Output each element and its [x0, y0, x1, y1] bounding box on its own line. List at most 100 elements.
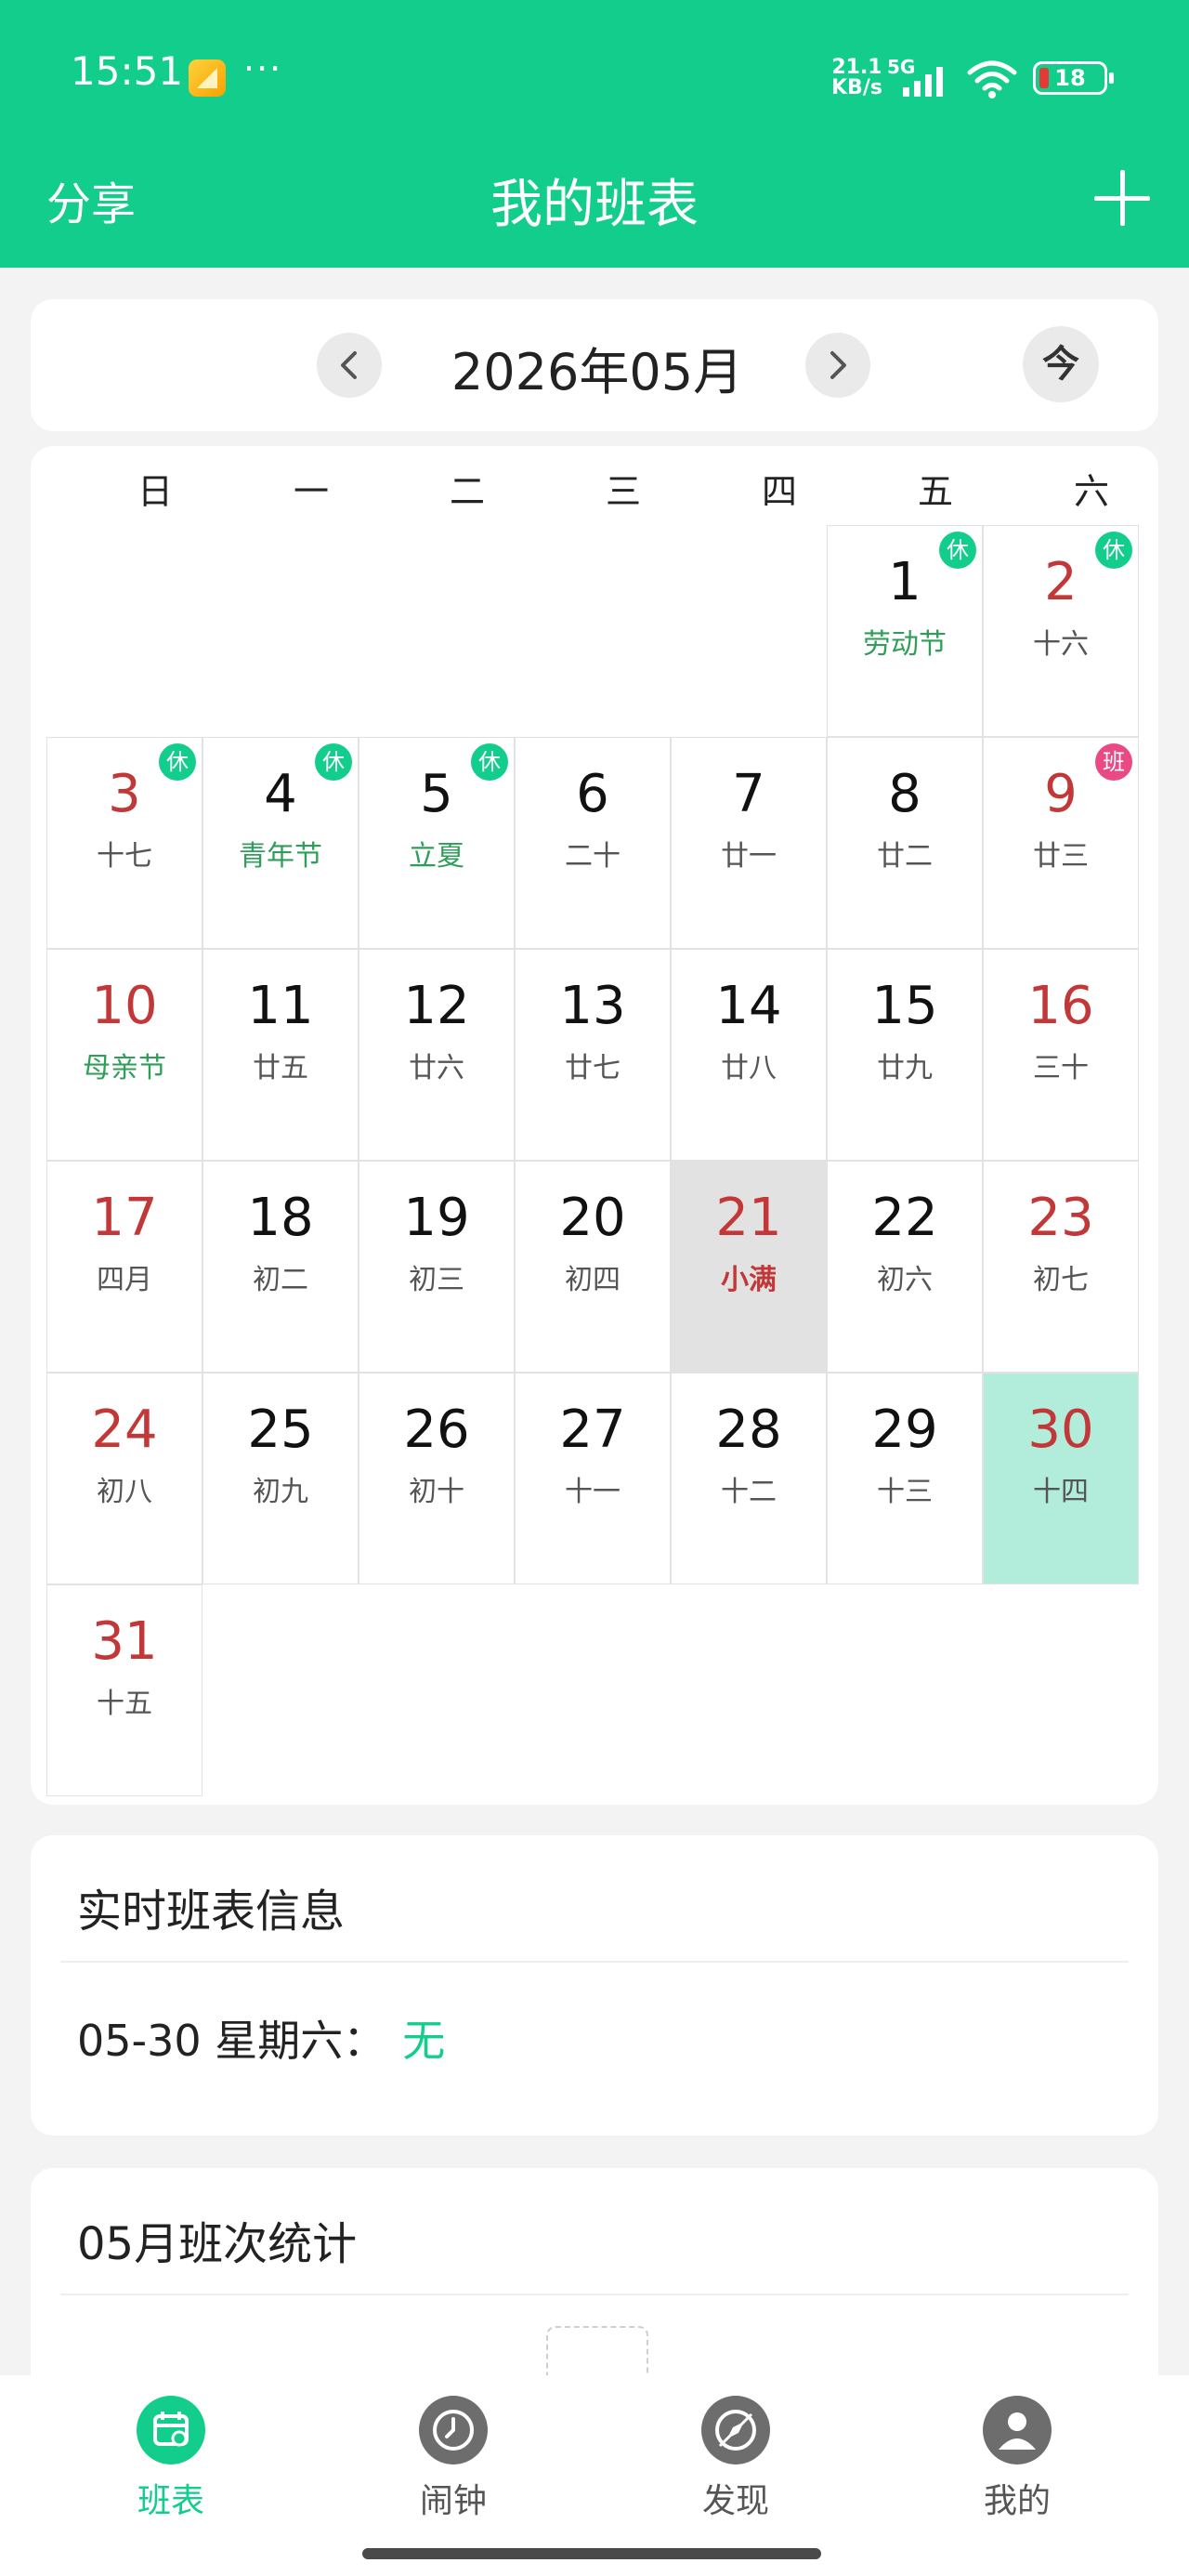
nav-item-alarm[interactable]: 闹钟: [360, 2396, 546, 2522]
lunar-label: 初九: [253, 1476, 308, 1508]
lunar-label: 四月: [97, 1264, 152, 1296]
calendar-day-cell[interactable]: 20 初四: [515, 1161, 671, 1373]
calendar-day-cell[interactable]: 25 初九: [203, 1373, 359, 1584]
lunar-label: 十四: [1033, 1476, 1089, 1508]
calendar-day-cell[interactable]: 16 三十: [983, 949, 1139, 1161]
more-notifications-icon: ···: [243, 48, 283, 89]
lunar-label: 劳动节: [863, 628, 947, 661]
day-number: 11: [247, 976, 314, 1036]
wifi-icon: [967, 60, 1017, 99]
nav-item-schedule[interactable]: 班表: [78, 2396, 264, 2522]
page-title: 我的班表: [490, 175, 699, 235]
monthly-stats-title: 05月班次统计: [77, 2218, 358, 2270]
day-number: 29: [871, 1400, 938, 1460]
lunar-label: 小满: [721, 1264, 777, 1296]
signal-icon: [903, 67, 943, 97]
rest-badge: 休: [471, 743, 508, 781]
calendar-day-cell[interactable]: 22 初六: [827, 1161, 983, 1373]
day-number: 23: [1027, 1188, 1094, 1248]
month-label[interactable]: 2026年05月: [412, 331, 783, 404]
net-speed-unit: KB/s: [831, 76, 882, 99]
realtime-info-line: 05-30 星期六： 无: [77, 2007, 445, 2069]
day-number: 26: [403, 1400, 470, 1460]
bottom-nav: 班表 闹钟 发现 我的: [0, 2375, 1189, 2576]
calendar-day-cell[interactable]: 21 小满: [671, 1161, 827, 1373]
calendar-day-cell[interactable]: 8 廿二: [827, 737, 983, 949]
day-number: 16: [1027, 976, 1094, 1036]
divider: [60, 1961, 1129, 1963]
day-number: 28: [715, 1400, 782, 1460]
battery-indicator: 18: [1033, 61, 1114, 95]
calendar-day-cell[interactable]: 6 二十: [515, 737, 671, 949]
calendar-day-cell[interactable]: 19 初三: [359, 1161, 515, 1373]
rest-badge: 休: [159, 743, 196, 781]
net-speed: 21.1 KB/s: [831, 58, 882, 99]
calendar-day-cell[interactable]: 23 初七: [983, 1161, 1139, 1373]
lunar-label: 初六: [877, 1264, 933, 1296]
calendar-day-cell[interactable]: 27 十一: [515, 1373, 671, 1584]
calendar-day-cell[interactable]: 13 廿七: [515, 949, 671, 1161]
month-switcher: 2026年05月 今: [31, 299, 1158, 431]
day-number: 27: [559, 1400, 626, 1460]
nav-label: 我的: [983, 2482, 1051, 2520]
day-number: 12: [403, 976, 470, 1036]
home-indicator[interactable]: [362, 2548, 821, 2559]
calendar-day-cell[interactable]: 10 母亲节: [46, 949, 203, 1161]
calendar-day-cell[interactable]: 5 立夏休: [359, 737, 515, 949]
lunar-label: 廿五: [253, 1052, 308, 1084]
calendar-day-cell[interactable]: 3 十七休: [46, 737, 203, 949]
calendar-icon: [137, 2396, 205, 2464]
calendar-day-cell[interactable]: 7 廿一: [671, 737, 827, 949]
prev-month-button[interactable]: [317, 333, 382, 398]
calendar-day-cell[interactable]: 9 廿三班: [983, 737, 1139, 949]
rest-badge: 休: [315, 743, 352, 781]
workday-badge: 班: [1095, 743, 1132, 781]
next-month-button[interactable]: [805, 333, 870, 398]
nav-item-me[interactable]: 我的: [924, 2396, 1110, 2522]
lunar-label: 廿六: [409, 1052, 464, 1084]
lunar-label: 廿九: [877, 1052, 933, 1084]
nav-item-discover[interactable]: 发现: [643, 2396, 829, 2522]
calendar-day-cell[interactable]: 4 青年节休: [203, 737, 359, 949]
day-number: 21: [715, 1188, 782, 1248]
lunar-label: 十五: [97, 1688, 152, 1720]
calendar-day-cell[interactable]: 17 四月: [46, 1161, 203, 1373]
calendar-day-cell[interactable]: 1 劳动节休: [827, 525, 983, 737]
day-number: 25: [247, 1400, 314, 1460]
weekday-label: 日: [137, 471, 173, 512]
today-button[interactable]: 今: [1023, 326, 1099, 402]
day-number: 15: [871, 976, 938, 1036]
calendar-day-cell[interactable]: 24 初八: [46, 1373, 203, 1584]
nav-label: 闹钟: [419, 2482, 487, 2520]
lunar-label: 廿七: [565, 1052, 621, 1084]
lunar-label: 廿一: [721, 840, 777, 873]
plus-icon[interactable]: [1094, 170, 1150, 226]
calendar-day-cell[interactable]: 31 十五: [46, 1584, 203, 1796]
calendar-day-cell[interactable]: 11 廿五: [203, 949, 359, 1161]
lunar-label: 十三: [877, 1476, 933, 1508]
realtime-date-label: 05-30 星期六：: [77, 2016, 386, 2066]
lunar-label: 十六: [1033, 628, 1089, 661]
realtime-info-title: 实时班表信息: [77, 1886, 346, 1938]
day-number: 20: [559, 1188, 626, 1248]
calendar-day-cell[interactable]: 26 初十: [359, 1373, 515, 1584]
lunar-label: 初十: [409, 1476, 464, 1508]
calendar-day-cell[interactable]: 12 廿六: [359, 949, 515, 1161]
weekday-label: 二: [449, 471, 485, 512]
lunar-label: 初三: [409, 1264, 464, 1296]
calendar-day-cell[interactable]: 18 初二: [203, 1161, 359, 1373]
calendar-day-cell[interactable]: 2 十六休: [983, 525, 1139, 737]
day-number: 24: [91, 1400, 158, 1460]
calendar-day-cell[interactable]: 28 十二: [671, 1373, 827, 1584]
day-number: 30: [1027, 1400, 1094, 1460]
lunar-label: 初四: [565, 1264, 621, 1296]
calendar-day-cell[interactable]: 30 十四: [983, 1373, 1139, 1584]
day-number: 8: [888, 764, 921, 824]
calendar-day-cell[interactable]: 14 廿八: [671, 949, 827, 1161]
lunar-label: 廿二: [877, 840, 933, 873]
calendar-day-cell[interactable]: 29 十三: [827, 1373, 983, 1584]
lunar-label: 廿八: [721, 1052, 777, 1084]
day-number: 31: [91, 1611, 158, 1672]
lunar-label: 初八: [97, 1476, 152, 1508]
calendar-day-cell[interactable]: 15 廿九: [827, 949, 983, 1161]
